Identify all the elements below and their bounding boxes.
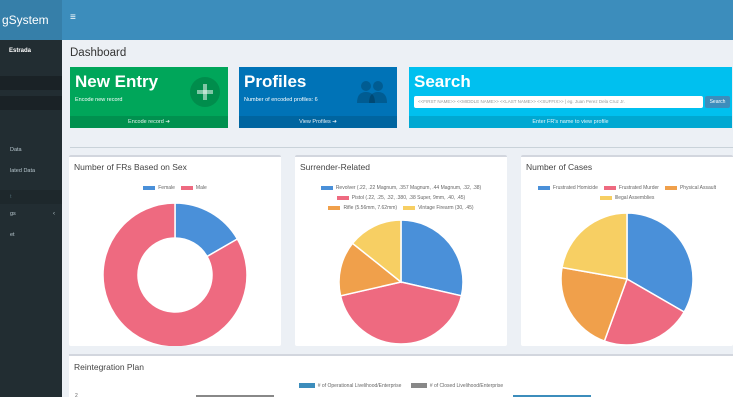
new-entry-subtitle: Encode new record xyxy=(75,97,123,103)
chart-legend: # of Operational Livelihood/Enterprise #… xyxy=(69,383,733,389)
divider xyxy=(70,147,733,148)
sidebar-item-label: lated Data xyxy=(10,168,36,174)
new-entry-title: New Entry xyxy=(75,72,159,91)
panel-title: Reintegration Plan xyxy=(74,362,144,372)
surrender-pie-chart xyxy=(338,219,464,345)
user-name: Estrada xyxy=(9,48,32,54)
cases-pie-chart xyxy=(560,212,694,346)
search-title: Search xyxy=(414,72,471,91)
legend-label: # of Closed Livelihood/Enterprise xyxy=(429,383,504,389)
profiles-tile: Profiles Number of encoded profiles: 6 V… xyxy=(239,67,397,128)
sidebar-item-settings[interactable]: gs ‹ xyxy=(0,204,62,225)
cases-chart-panel: Number of Cases Frustrated Homicide Frust… xyxy=(521,155,733,346)
sidebar-search-block xyxy=(0,76,62,90)
search-input[interactable]: <<FIRST NAME>> <<MIDDLE NAME>> <<LAST NA… xyxy=(414,96,703,108)
top-navbar: ≡ xyxy=(62,0,733,40)
legend-label: # of Operational Livelihood/Enterprise xyxy=(317,383,402,389)
search-hint: Enter FR's name to view profile xyxy=(409,116,732,128)
sidebar-item-related-data[interactable]: lated Data xyxy=(0,161,62,182)
profiles-count: Number of encoded profiles: 6 xyxy=(244,97,318,103)
sidebar-section-header: t xyxy=(0,190,62,204)
app-brand[interactable]: gSystem xyxy=(0,0,62,40)
page-title: Dashboard xyxy=(70,47,127,59)
sidebar-header-block xyxy=(0,96,62,110)
profiles-title: Profiles xyxy=(244,72,307,91)
search-tile: Search <<FIRST NAME>> <<MIDDLE NAME>> <<… xyxy=(409,67,732,128)
sidebar: gSystem Estrada Data lated Data t gs ‹ et xyxy=(0,0,62,397)
surrender-chart-panel: Surrender-Related Revolver (.22, .22 Mag… xyxy=(295,155,507,346)
encode-record-link[interactable]: Encode record ➔ xyxy=(70,116,228,128)
sidebar-item-data[interactable]: Data xyxy=(0,140,62,161)
sidebar-item-label: gs xyxy=(10,211,16,217)
search-button[interactable]: Search xyxy=(705,96,730,108)
view-profiles-link[interactable]: View Profiles ➔ xyxy=(239,116,397,128)
sidebar-item-reset[interactable]: et xyxy=(0,225,62,246)
chevron-left-icon: ‹ xyxy=(53,211,55,217)
legend-swatch xyxy=(410,383,427,389)
hamburger-icon[interactable]: ≡ xyxy=(70,12,76,23)
sidebar-item-label: et xyxy=(10,232,15,238)
new-entry-tile: New Entry Encode new record Encode recor… xyxy=(70,67,228,128)
reintegration-panel: Reintegration Plan # of Operational Live… xyxy=(69,354,733,397)
users-icon xyxy=(357,81,387,103)
legend-swatch xyxy=(298,383,315,389)
pie-slice-3[interactable] xyxy=(561,212,628,280)
sex-doughnut-chart xyxy=(102,202,248,346)
y-tick-label: 2 xyxy=(75,393,78,397)
sex-chart-panel: Number of FRs Based on Sex Female Male xyxy=(69,155,281,346)
plus-icon xyxy=(190,77,220,107)
legend-item[interactable]: # of Operational Livelihood/Enterprise xyxy=(298,383,402,389)
legend-item[interactable]: # of Closed Livelihood/Enterprise xyxy=(410,383,504,389)
sidebar-item-label: Data xyxy=(10,147,22,153)
